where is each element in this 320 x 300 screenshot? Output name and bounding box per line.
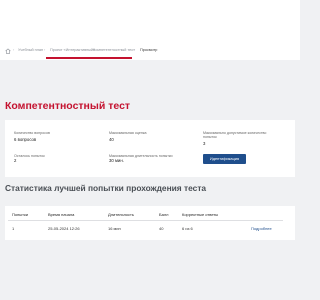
breadcrumb-separator: › bbox=[13, 48, 15, 52]
attempts-left-value: 2 bbox=[14, 158, 17, 163]
breadcrumb-item-current: Просмотр bbox=[140, 48, 158, 52]
max-score-label: Максимальная оценка bbox=[109, 131, 147, 135]
breadcrumb-bar: › Учебный план › Проект «Интерактивный» … bbox=[0, 0, 300, 60]
page-title: Компетентностный тест bbox=[5, 100, 131, 112]
breadcrumb-item-test[interactable]: Компетентностный тест bbox=[93, 48, 135, 53]
column-header-correct: Корректные ответы bbox=[182, 212, 219, 217]
test-info-card bbox=[5, 120, 295, 177]
attempts-left-label: Осталось попыток bbox=[14, 154, 45, 158]
cell-start-time: 25-05-2024 12:26 bbox=[48, 226, 80, 231]
breadcrumb-item-curriculum[interactable]: Учебный план bbox=[18, 48, 43, 53]
max-attempts-label: Максимально допустимое количество попыто… bbox=[203, 131, 267, 140]
breadcrumb-separator: › bbox=[44, 48, 46, 52]
max-attempts-value: 3 bbox=[203, 141, 206, 146]
column-header-attempts: Попытки bbox=[12, 212, 28, 217]
column-header-duration: Длительность bbox=[108, 212, 134, 217]
column-header-start-time: Время начала bbox=[48, 212, 75, 217]
table-row-divider bbox=[8, 220, 283, 221]
cell-duration: 16 мин bbox=[108, 226, 121, 231]
details-link[interactable]: Подробнее bbox=[251, 227, 272, 231]
cell-correct-answers: 6 из 6 bbox=[182, 226, 193, 231]
breadcrumb-active-underline bbox=[46, 57, 132, 59]
identification-button[interactable]: Идентификация bbox=[203, 154, 246, 164]
home-icon[interactable] bbox=[5, 48, 11, 54]
max-score-value: 40 bbox=[109, 137, 114, 142]
stats-section-title: Статистика лучшей попытки прохождения те… bbox=[5, 183, 207, 193]
cell-score: 40 bbox=[159, 226, 164, 231]
questions-count-label: Количество вопросов bbox=[14, 131, 50, 135]
column-header-score: Балл bbox=[159, 212, 169, 217]
cell-attempt: 1 bbox=[12, 226, 15, 231]
breadcrumb-separator: › bbox=[88, 48, 90, 52]
breadcrumb-separator: › bbox=[134, 48, 136, 52]
max-duration-value: 30 мин. bbox=[109, 158, 124, 163]
questions-count-value: 6 вопросов bbox=[14, 137, 37, 142]
